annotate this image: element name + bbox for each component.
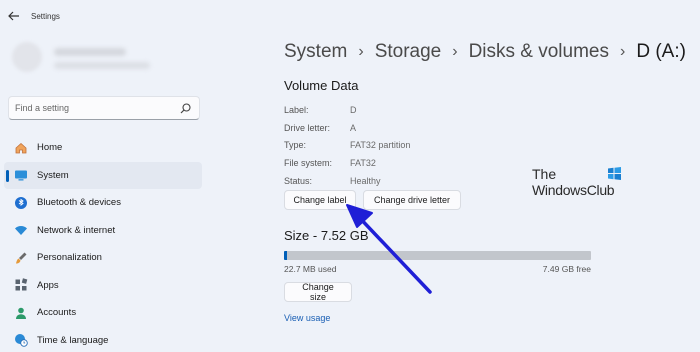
used-space-label: 22.7 MB used [284,264,337,274]
sidebar-item-label: Bluetooth & devices [37,197,121,209]
person-icon [16,307,26,319]
chevron-right-icon: › [619,43,626,60]
watermark-text-line2: WindowsClub [532,182,615,198]
sidebar-item-time-language[interactable]: Time & language [4,327,202,352]
property-key: Status: [284,176,313,187]
breadcrumb-disks-volumes[interactable]: Disks & volumes [469,41,609,63]
search-box[interactable] [8,96,200,120]
view-usage-link[interactable]: View usage [284,313,330,323]
sidebar-item-label: Personalization [37,252,102,264]
search-icon[interactable] [180,103,191,114]
sidebar-item-label: Network & internet [37,224,116,236]
sidebar-item-accounts[interactable]: Accounts [4,299,202,327]
sidebar-item-label: Apps [37,279,59,291]
property-row-type: Type: FAT32 partition [284,137,410,155]
property-value: D [350,104,357,115]
sidebar-item-system[interactable]: System [4,161,202,189]
profile-email-blurred [54,62,150,69]
property-value: FAT32 partition [350,140,411,151]
size-heading: Size - 7.52 GB [284,228,369,243]
chevron-right-icon: › [358,43,364,60]
volume-properties: Label: D Drive letter: A Type: FAT32 par… [284,101,410,190]
windows-club-logo-icon [608,167,621,180]
sidebar-item-label: Accounts [37,307,77,319]
sidebar-item-label: System [37,169,69,181]
property-value: FAT32 [350,158,376,169]
property-value: Healthy [350,176,381,187]
avatar[interactable] [12,42,42,72]
app-title: Settings [31,12,60,21]
sidebar-item-network[interactable]: Network & internet [4,217,202,245]
property-value: A [350,122,357,133]
sidebar-item-home[interactable]: Home [4,134,202,162]
sidebar-item-bluetooth[interactable]: Bluetooth & devices [4,189,202,217]
watermark-logo: The WindowsClub [532,166,632,200]
profile-name-blurred [54,48,126,56]
home-icon [15,142,27,154]
usage-bar [284,251,591,260]
sidebar-nav: Home System Bluetooth & devices Network … [4,134,202,352]
property-row-status: Status: Healthy [284,172,410,190]
breadcrumb: System › Storage › Disks & volumes › D (… [284,38,686,66]
watermark-text-line1: The [532,166,557,182]
brush-icon [16,252,27,264]
change-label-button[interactable]: Change label [284,190,356,210]
property-row-file-system: File system: FAT32 [284,154,410,172]
sidebar-item-label: Home [37,142,63,154]
page-title: D (A:) [636,41,686,62]
sidebar-item-label: Time & language [37,334,109,346]
apps-icon [15,278,28,291]
property-key: Drive letter: [284,122,331,133]
search-input[interactable] [15,100,175,116]
wifi-icon [15,226,27,236]
breadcrumb-storage[interactable]: Storage [375,41,442,63]
property-key: File system: [284,158,333,169]
back-arrow-icon[interactable] [8,11,20,21]
change-drive-letter-button[interactable]: Change drive letter [363,190,461,210]
free-space-label: 7.49 GB free [542,264,591,274]
property-row-drive-letter: Drive letter: A [284,119,410,137]
sidebar-item-apps[interactable]: Apps [4,272,202,300]
property-row-label: Label: D [284,101,410,119]
chevron-right-icon: › [452,43,458,60]
title-bar: Settings [0,0,700,32]
property-key: Label: [284,104,309,115]
system-icon [15,170,27,181]
sidebar-item-personalization[interactable]: Personalization [4,244,202,272]
globe-clock-icon [15,334,28,347]
breadcrumb-system[interactable]: System [284,41,347,63]
volume-data-heading: Volume Data [284,78,359,93]
property-key: Type: [284,140,307,151]
bluetooth-icon [15,196,27,209]
usage-bar-fill [284,251,288,260]
change-size-button[interactable]: Change size [284,282,352,302]
